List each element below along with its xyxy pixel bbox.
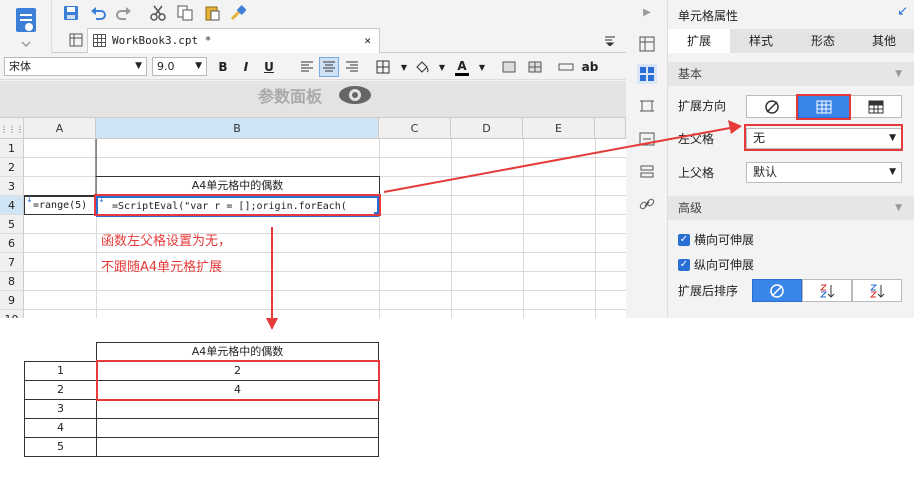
result-header: A4单元格中的偶数 xyxy=(96,342,379,362)
arrow-to-left-parent xyxy=(383,127,731,193)
result-value xyxy=(96,399,379,419)
highlight-result-values xyxy=(96,360,380,401)
result-value xyxy=(96,418,379,438)
result-index: 2 xyxy=(24,380,97,400)
result-index: 5 xyxy=(24,437,97,457)
arrowhead-down xyxy=(266,318,278,330)
arrowhead-right xyxy=(728,120,742,134)
result-index: 4 xyxy=(24,418,97,438)
result-index: 3 xyxy=(24,399,97,419)
result-index: 1 xyxy=(24,361,97,381)
result-preview-table: A4单元格中的偶数 1 2 2 4 3 4 5 xyxy=(24,342,380,459)
result-value xyxy=(96,437,379,457)
